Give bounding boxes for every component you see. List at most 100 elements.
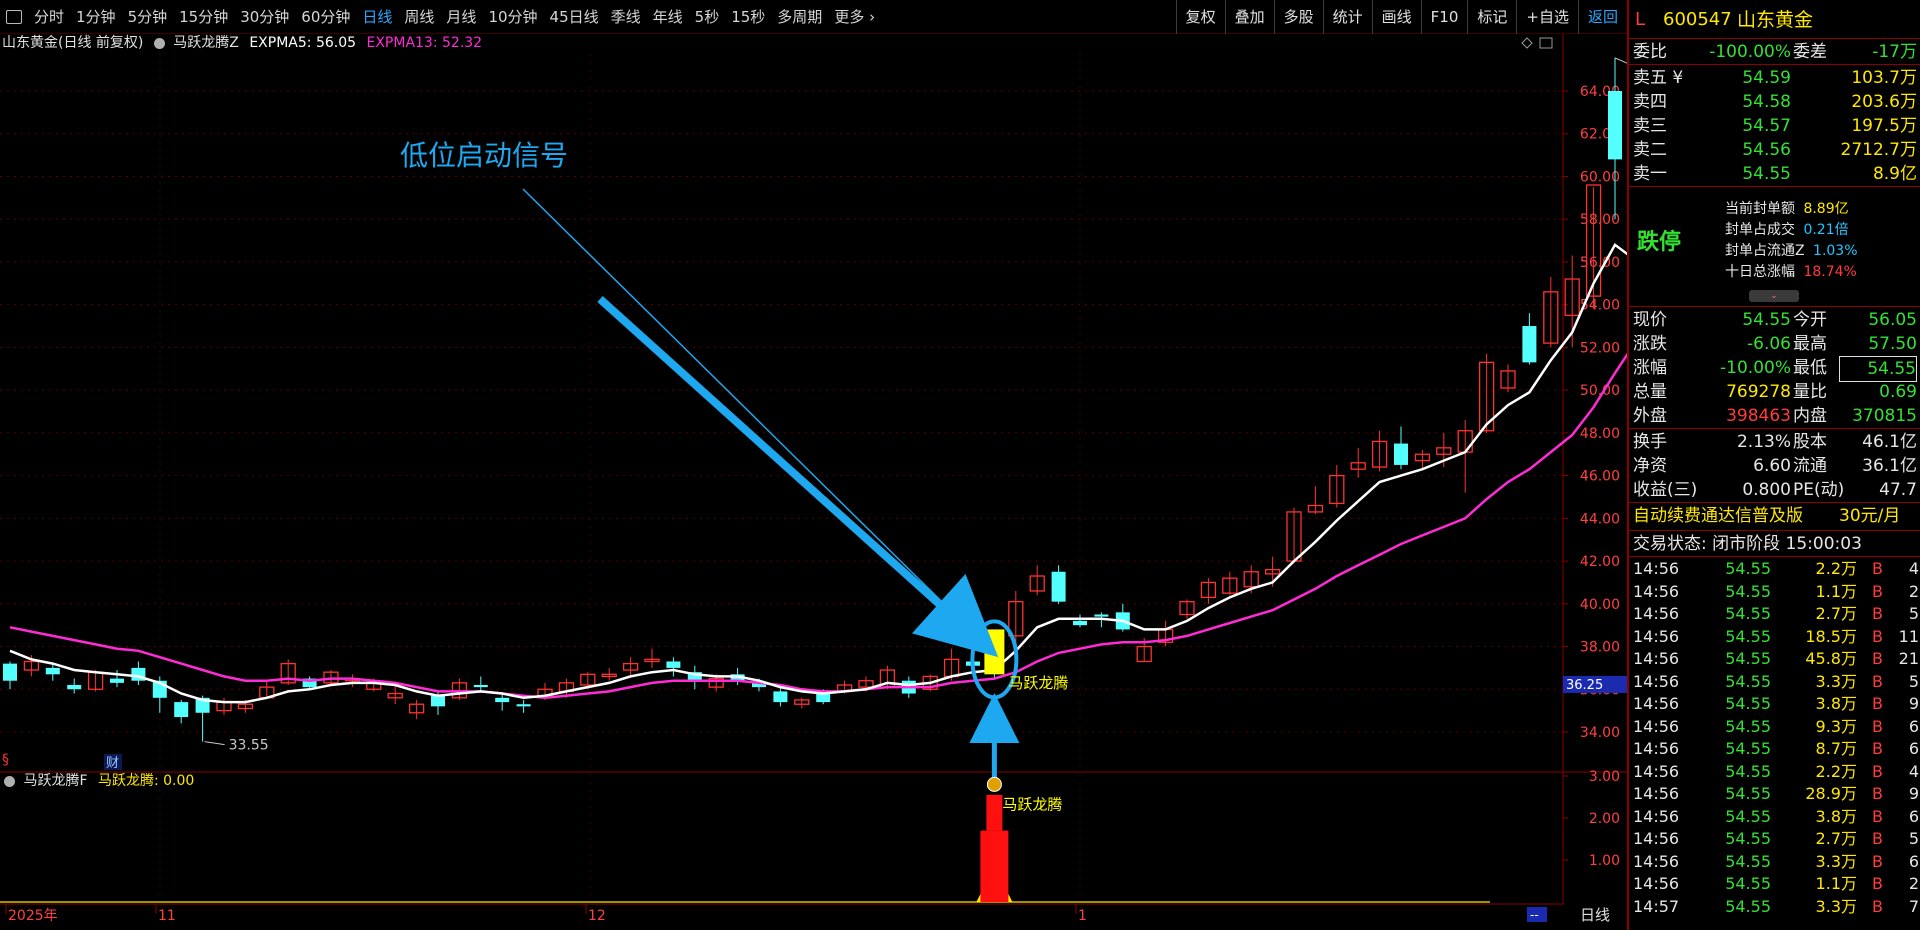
limit-status: 跌停 [1637,230,1682,255]
tool-button-6[interactable]: 标记 [1467,0,1516,34]
tick-row: 14:56 54.55 2.7万 B 5 [1633,604,1919,623]
tick-row: 14:56 54.55 45.8万 B 21 [1633,649,1919,668]
period-tab-4[interactable]: 30分钟 [234,6,295,27]
price-tick-label: 60.00 [1580,169,1620,185]
tool-button-3[interactable]: 统计 [1322,0,1372,34]
ask-row[interactable]: 卖五 ¥ 54.59 103.7万 [1629,66,1920,90]
quote-row: 外盘 398463 内盘 370815 [1633,406,1917,426]
chart-title: 山东黄金(日线 前复权) [2,35,144,51]
kline-chart[interactable]: 64.0062.0060.0058.0056.0054.0052.0050.00… [0,34,1627,930]
sub-indicator-toggle-icon[interactable] [4,775,15,787]
tick-row: 14:56 54.55 28.9万 B 9 [1633,784,1919,803]
candle-body [67,684,82,690]
scroll-marker: -- [1530,908,1539,922]
candle-body [110,678,124,683]
quote-row: 涨幅 -10.00% 最低 54.55 [1629,356,1920,382]
candle-body [666,661,681,668]
period-tab-11[interactable]: 季线 [605,6,647,27]
period-tab-0[interactable]: 分时 [28,6,70,27]
quote-row: 现价 54.55 今开 56.05 [1633,310,1917,330]
limit-box: 跌停 当前封单额 8.89亿 封单占成交 0.21倍 封单占流通Z 1.03% … [1629,190,1920,304]
tick-row: 14:56 54.55 2.2万 B 4 [1633,559,1919,578]
time-tick-label: 1 [1078,908,1087,924]
candle-body [1073,620,1087,626]
signal-coin-icon [986,776,1002,792]
ema5-value: EXPMA5: 56.05 [249,35,357,51]
tick-row: 14:56 54.55 3.8万 B 9 [1633,694,1919,713]
tool-button-5[interactable]: F10 [1420,0,1468,34]
limit-info-row: 封单占流通Z 1.03% [1725,243,1858,259]
period-tab-14[interactable]: 15秒 [725,6,771,27]
period-tab-10[interactable]: 45日线 [544,6,605,27]
board-tag: L [1635,9,1646,30]
collapse-button[interactable]: ⌄ [1749,290,1799,302]
sub-tick-label: 2.00 [1589,811,1620,827]
price-tick-label: 44.00 [1580,511,1620,527]
ask-row[interactable]: 卖二 54.56 2712.7万 [1629,138,1920,162]
tick-row: 14:57 54.55 3.3万 B 7 [1633,896,1919,916]
period-tab-1[interactable]: 1分钟 [70,6,122,27]
ask-row[interactable]: 卖四 54.58 203.6万 [1629,90,1920,114]
cursor-price-label: 36.25 [1566,678,1603,693]
fundamental-row: 换手 2.13% 股本 46.1亿 [1633,432,1917,452]
signal-candle [984,629,1005,675]
candle-body [516,704,531,707]
limit-info-row: 封单占成交 0.21倍 [1725,222,1849,238]
tool-button-1[interactable]: 叠加 [1224,0,1274,34]
period-tab-7[interactable]: 周线 [398,6,440,27]
stock-name: 山东黄金 [1737,9,1814,31]
price-tick-label: 38.00 [1580,640,1620,656]
limit-info-row: 十日总涨幅 18.74% [1725,264,1857,280]
tick-row: 14:56 54.55 8.7万 B 6 [1633,739,1919,758]
trade-status: 交易状态: 闭市阶段 15:00:03 [1633,534,1862,554]
tick-row: 14:56 54.55 3.3万 B 5 [1633,671,1919,691]
ask-row[interactable]: 卖三 54.57 197.5万 [1629,114,1920,138]
tick-row: 14:56 54.55 1.1万 B 2 [1633,581,1919,601]
candle-body [1094,614,1109,617]
tick-row: 14:56 54.55 2.7万 B 5 [1633,829,1919,848]
sub-indicator-name[interactable]: 马跃龙腾F [23,773,87,789]
period-tab-15[interactable]: 多周期 [771,6,828,27]
signal-label: 马跃龙腾 [1008,674,1068,692]
period-tab-16[interactable]: 更多 › [828,6,881,27]
period-tab-5[interactable]: 60分钟 [295,6,356,27]
period-tab-8[interactable]: 月线 [440,6,482,27]
chart-tools: 复权 叠加 多股 统计 画线 F10 标记 +自选 返回 [1175,0,1627,34]
tool-button-7[interactable]: +自选 [1516,0,1578,34]
period-tab-3[interactable]: 15分钟 [173,6,234,27]
candle-body [174,702,189,718]
weibi-row: 委比 -100.00% 委差 -17万 [1633,42,1917,62]
stock-header: L 600547 山东黄金 [1629,6,1920,34]
sub-tick-label: 3.00 [1589,769,1620,785]
tool-button-8[interactable]: 返回 [1577,0,1627,34]
stock-code: 600547 [1663,9,1732,30]
price-tick-label: 52.00 [1580,340,1620,356]
quote-row: 总量 769278 量比 0.69 [1633,382,1917,402]
tool-button-0[interactable]: 复权 [1175,0,1225,34]
indicator-toggle-icon[interactable] [153,37,165,49]
period-tab-12[interactable]: 年线 [647,6,689,27]
fundamental-row: 收益(三) 0.800 PE(动) 47.7 [1633,480,1917,500]
candle-body [495,697,510,703]
s-marker: § [2,752,9,768]
promo-row[interactable]: 自动续费通达信普及版 30元/月 [1629,504,1920,528]
indicator-name[interactable]: 马跃龙腾Z [173,35,239,51]
period-tab-6[interactable]: 日线 [356,6,398,27]
ask-row[interactable]: 卖一 54.55 8.9亿 [1629,162,1920,186]
tool-button-2[interactable]: 多股 [1273,0,1323,34]
period-tab-9[interactable]: 10分钟 [482,6,543,27]
menu-icon[interactable] [6,9,22,24]
tool-button-4[interactable]: 画线 [1371,0,1421,34]
period-list: 分时 1分钟 5分钟 15分钟 30分钟 60分钟 日线 周线 月线 10分钟 45日线 季线 年线 5秒… [28,6,881,27]
limit-info-row: 当前封单额 8.89亿 [1725,201,1849,217]
period-tab-13[interactable]: 5秒 [689,6,726,27]
period-button[interactable]: 日线 [1580,906,1610,924]
sub-chart-header: 马跃龙腾F 马跃龙腾: 0.00 [2,772,194,790]
fundamental-row: 净资 6.60 流通 36.1亿 [1633,456,1917,476]
period-tab-2[interactable]: 5分钟 [122,6,174,27]
sub-bar-top [986,794,1003,831]
candle-body [773,691,788,703]
tick-row: 14:56 54.55 1.1万 B 2 [1633,874,1919,893]
sub-signal-label: 马跃龙腾 [1002,795,1062,813]
quote-panel: L 600547 山东黄金 委比 -100.00% 委差 -17万 卖五 ¥ 5… [1627,0,1920,930]
